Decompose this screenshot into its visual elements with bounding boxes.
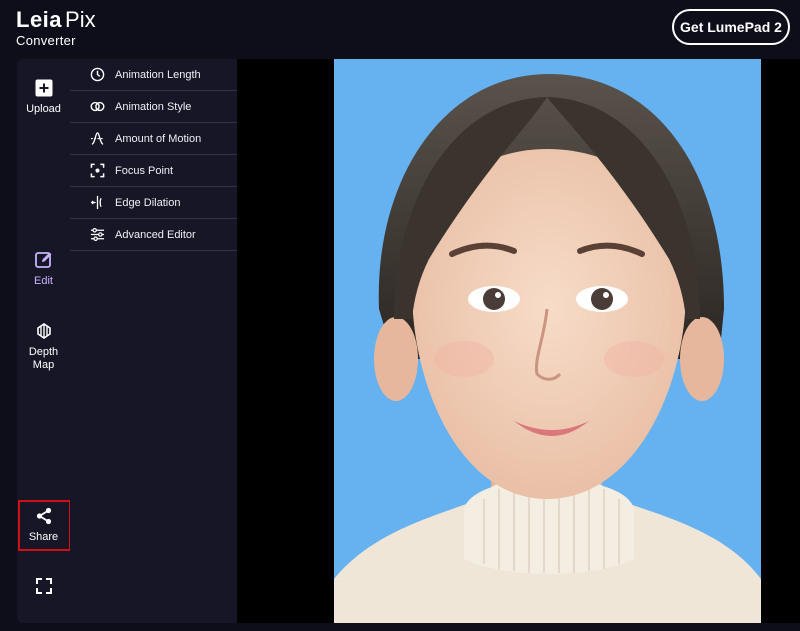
fullscreen-icon — [35, 578, 52, 594]
app-logo[interactable]: Leia Pix Converter — [16, 8, 96, 48]
edit-options-panel: Animation Length Animation Style Amount … — [70, 59, 237, 623]
animation-length-label: Animation Length — [115, 68, 201, 81]
fullscreen-button[interactable] — [17, 577, 70, 601]
brand-subtitle: Converter — [16, 33, 76, 48]
amount-of-motion-label: Amount of Motion — [115, 132, 202, 145]
portrait-photo[interactable] — [334, 59, 761, 623]
upload-label: Upload — [26, 103, 61, 115]
edit-label: Edit — [34, 275, 53, 287]
focus-point-label: Focus Point — [115, 164, 174, 177]
depth-map-button[interactable]: Depth Map — [17, 322, 70, 372]
plus-square-icon — [35, 79, 52, 97]
depth-map-label: Depth Map — [28, 346, 59, 371]
share-highlight-box — [18, 500, 71, 551]
motion-icon — [90, 132, 105, 145]
portrait-illustration — [334, 74, 761, 623]
advanced-editor-option[interactable]: Advanced Editor — [70, 219, 237, 251]
edit-button[interactable]: Edit — [17, 251, 70, 288]
animation-style-option[interactable]: Animation Style — [70, 91, 237, 123]
depth-layers-icon — [36, 323, 51, 339]
animation-style-label: Animation Style — [115, 100, 192, 113]
advanced-editor-label: Advanced Editor — [115, 228, 196, 241]
focus-icon — [90, 163, 105, 178]
edit-pencil-icon — [34, 252, 51, 268]
get-lumepad-button[interactable]: Get LumePad 2 — [672, 9, 790, 45]
edge-dilation-icon — [90, 195, 102, 210]
upload-button[interactable]: Upload — [17, 79, 70, 116]
sliders-icon — [90, 227, 105, 242]
clock-icon — [90, 67, 105, 82]
amount-of-motion-option[interactable]: Amount of Motion — [70, 123, 237, 155]
edge-dilation-option[interactable]: Edge Dilation — [70, 187, 237, 219]
focus-point-option[interactable]: Focus Point — [70, 155, 237, 187]
brand-wordmark: Leia Pix — [16, 7, 96, 32]
style-rings-icon — [90, 101, 105, 112]
animation-length-option[interactable]: Animation Length — [70, 59, 237, 91]
edge-dilation-label: Edge Dilation — [115, 196, 181, 209]
